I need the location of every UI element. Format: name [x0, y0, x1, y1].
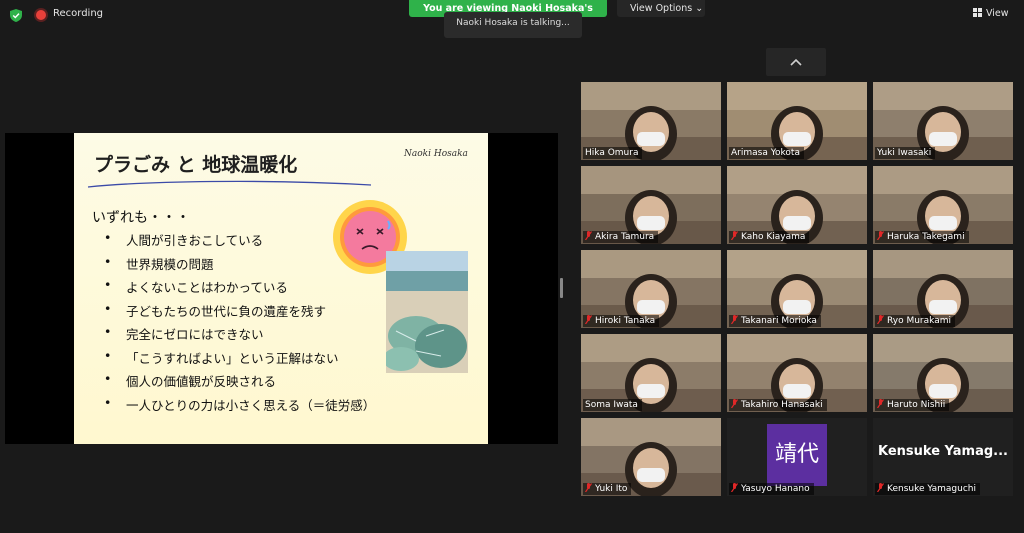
- slide-lead-text: いずれも・・・: [92, 210, 190, 226]
- muted-mic-icon: [585, 315, 592, 324]
- view-options-button[interactable]: View Options ⌄: [617, 0, 705, 17]
- participant-name-label: Akira Tamura: [583, 231, 659, 243]
- active-speaker-indicator: Naoki Hosaka is talking...: [444, 12, 582, 38]
- chevron-up-icon: [790, 58, 802, 66]
- participant-name-label: Haruto Nishii: [875, 399, 950, 411]
- slide-author: Naoki Hosaka: [404, 149, 468, 159]
- participant-tile[interactable]: Kensuke Yamag... Kensuke Yamaguchi: [873, 418, 1013, 496]
- participant-tile[interactable]: Yuki Iwasaki: [873, 82, 1013, 160]
- participant-name: Takanari Morioka: [741, 316, 817, 326]
- participant-tile[interactable]: Soma Iwata: [581, 334, 721, 412]
- participant-name: Yasuyo Hanano: [741, 484, 810, 494]
- participant-name-label: Ryo Murakami: [875, 315, 955, 327]
- muted-mic-icon: [877, 483, 884, 492]
- participant-name: Yuki Ito: [595, 484, 628, 494]
- participant-name: Hika Omura: [585, 148, 639, 158]
- security-shield-icon[interactable]: [10, 9, 22, 22]
- participant-name-label: Yuki Iwasaki: [875, 147, 936, 159]
- muted-mic-icon: [585, 483, 592, 492]
- muted-mic-icon: [731, 483, 738, 492]
- bullet-item: よくないことはわかっている: [104, 277, 375, 301]
- participant-tile[interactable]: Takanari Morioka: [727, 250, 867, 328]
- participant-name: Arimasa Yokota: [731, 148, 800, 158]
- participant-name: Haruto Nishii: [887, 400, 946, 410]
- participant-tile[interactable]: Yuki Ito: [581, 418, 721, 496]
- participant-tile[interactable]: 靖代 Yasuyo Hanano: [727, 418, 867, 496]
- participant-tile[interactable]: Hika Omura: [581, 82, 721, 160]
- participant-avatar: 靖代: [767, 424, 827, 486]
- participant-name: Hiroki Tanaka: [595, 316, 656, 326]
- recording-label[interactable]: Recording: [53, 8, 103, 19]
- participant-name-label: Arimasa Yokota: [729, 147, 804, 159]
- participant-name: Haruka Takegami: [887, 232, 965, 242]
- presentation-slide: プラごみ と 地球温暖化 Naoki Hosaka いずれも・・・ 人間が引きお…: [74, 133, 488, 444]
- participant-name: Yuki Iwasaki: [877, 148, 932, 158]
- participant-name-label: Kensuke Yamaguchi: [875, 483, 981, 495]
- meeting-top-bar: Recording You are viewing Naoki Hosaka's…: [0, 0, 1024, 38]
- muted-mic-icon: [877, 231, 884, 240]
- participant-name-label: Haruka Takegami: [875, 231, 969, 243]
- participant-name: Soma Iwata: [585, 400, 638, 410]
- participant-display-name: Kensuke Yamag...: [878, 444, 1008, 459]
- participant-name-label: Takahiro Hanasaki: [729, 399, 827, 411]
- participant-name-label: Hika Omura: [583, 147, 643, 159]
- participant-name: Kensuke Yamaguchi: [887, 484, 977, 494]
- participant-name: Kaho Kiayama: [741, 232, 806, 242]
- participant-name-label: Soma Iwata: [583, 399, 642, 411]
- beach-plastic-photo: [386, 251, 468, 373]
- muted-mic-icon: [877, 315, 884, 324]
- participant-tile[interactable]: Arimasa Yokota: [727, 82, 867, 160]
- participant-name-label: Takanari Morioka: [729, 315, 821, 327]
- grid-icon: [973, 8, 982, 17]
- recording-icon: [36, 10, 46, 20]
- participant-name-label: Kaho Kiayama: [729, 231, 810, 243]
- slide-title: プラごみ と 地球温暖化: [94, 154, 298, 176]
- participant-name: Akira Tamura: [595, 232, 655, 242]
- participant-tile[interactable]: Ryo Murakami: [873, 250, 1013, 328]
- bullet-item: 「こうすればよい」という正解はない: [104, 348, 375, 372]
- participant-name: Ryo Murakami: [887, 316, 951, 326]
- participant-name-label: Yasuyo Hanano: [729, 483, 814, 495]
- muted-mic-icon: [585, 231, 592, 240]
- bullet-item: 完全にゼロにはできない: [104, 324, 375, 348]
- title-underline: [87, 180, 372, 188]
- participant-name-label: Yuki Ito: [583, 483, 632, 495]
- participant-tile[interactable]: Haruka Takegami: [873, 166, 1013, 244]
- panel-resize-handle[interactable]: [560, 278, 563, 298]
- muted-mic-icon: [731, 399, 738, 408]
- bullet-item: 子どもたちの世代に負の遺産を残す: [104, 301, 375, 325]
- scroll-up-button[interactable]: [766, 48, 826, 76]
- view-layout-button[interactable]: View: [973, 4, 1019, 24]
- muted-mic-icon: [877, 399, 884, 408]
- participant-tile[interactable]: Akira Tamura: [581, 166, 721, 244]
- bullet-item: 個人の価値観が反映される: [104, 371, 375, 395]
- participant-tile[interactable]: Hiroki Tanaka: [581, 250, 721, 328]
- participant-name-label: Hiroki Tanaka: [583, 315, 660, 327]
- muted-mic-icon: [731, 315, 738, 324]
- view-label: View: [986, 8, 1009, 19]
- participant-name: Takahiro Hanasaki: [741, 400, 823, 410]
- participant-tile[interactable]: Kaho Kiayama: [727, 166, 867, 244]
- muted-mic-icon: [731, 231, 738, 240]
- participant-tile[interactable]: Haruto Nishii: [873, 334, 1013, 412]
- participant-tile[interactable]: Takahiro Hanasaki: [727, 334, 867, 412]
- bullet-item: 一人ひとりの力は小さく思える（＝徒労感）: [104, 395, 375, 419]
